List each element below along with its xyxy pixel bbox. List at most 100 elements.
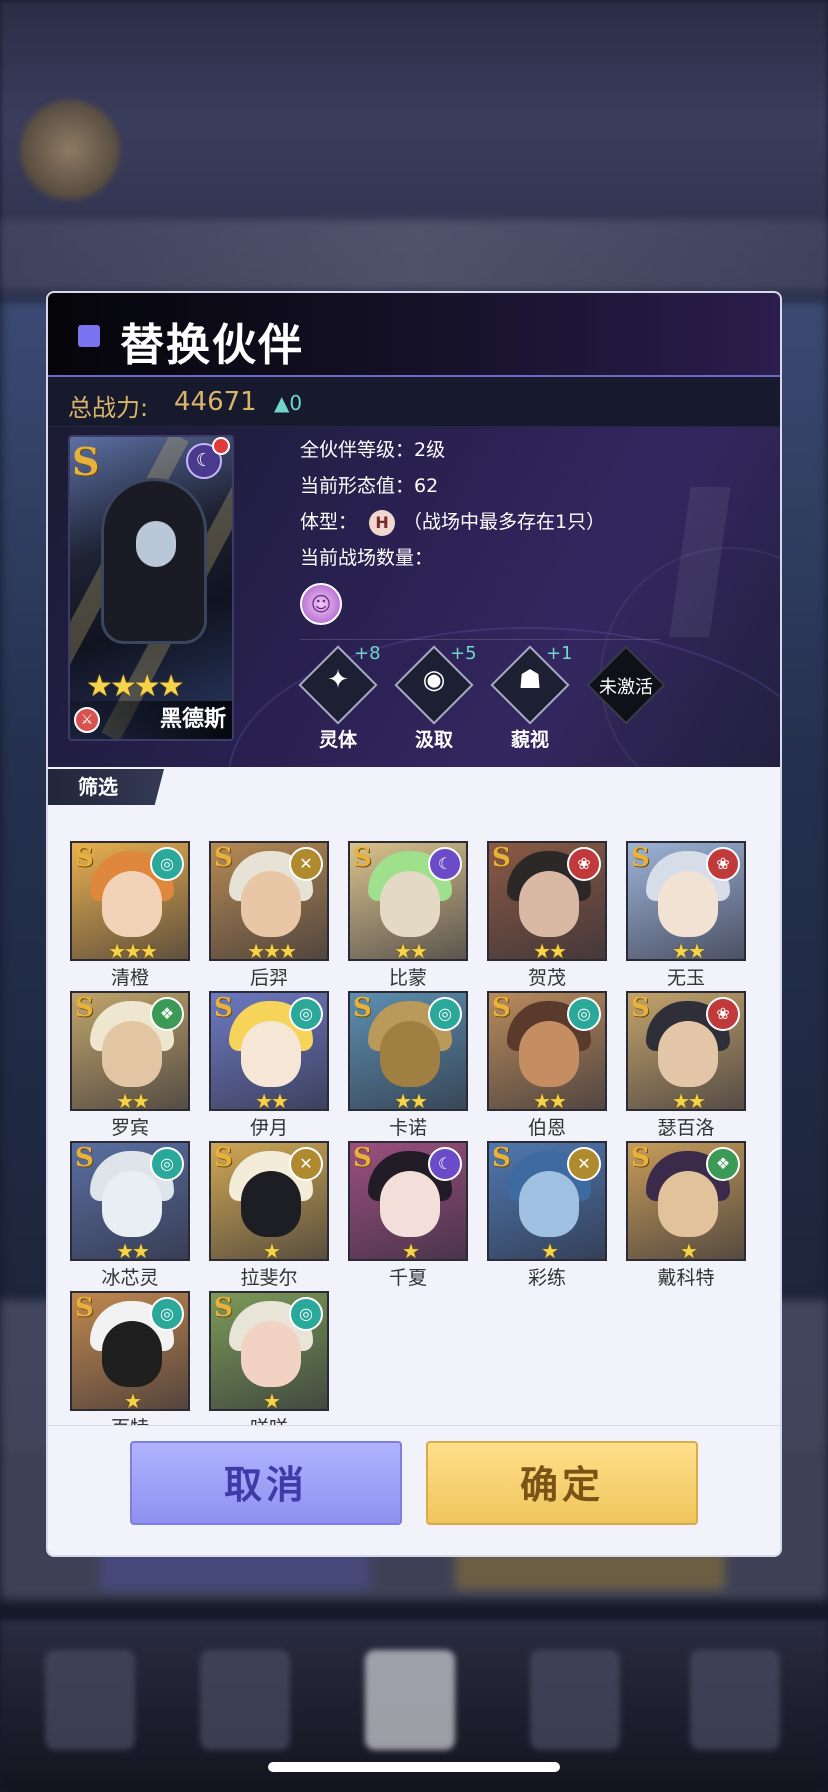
partner-name: 比蒙 xyxy=(388,967,427,989)
confirm-button[interactable]: 确定 xyxy=(426,1441,698,1525)
moon-element-icon: ☾ xyxy=(428,847,462,881)
nav-item xyxy=(365,1650,455,1750)
star-rating: ★★★ xyxy=(247,939,297,961)
partner-portrait: S ❖ ★★ xyxy=(70,991,190,1111)
star-rating: ★★ xyxy=(672,939,706,961)
partner-name: 后羿 xyxy=(249,967,288,989)
portrait-face xyxy=(241,871,301,937)
sword-icon: ⚔ xyxy=(74,707,100,733)
partner-portrait: S ◎ ★ xyxy=(70,1291,190,1411)
portrait-face xyxy=(102,871,162,937)
wind-element-icon: ◎ xyxy=(150,1297,184,1331)
portrait-face xyxy=(241,1321,301,1387)
fire-element-icon: ❀ xyxy=(706,847,740,881)
partner-portrait: S ◎ ★★ xyxy=(348,991,468,1111)
star-rating: ★ xyxy=(402,1239,420,1261)
wind-element-icon: ◎ xyxy=(150,1147,184,1181)
star-rating: ★★ xyxy=(533,939,567,961)
partner-name: 冰芯灵 xyxy=(101,1267,159,1289)
star-rating: ★★ xyxy=(672,1089,706,1111)
skill-bonus: +5 xyxy=(450,643,477,664)
gold-element-icon: ✕ xyxy=(289,1147,323,1181)
body-type-badge: H xyxy=(369,509,396,536)
portrait-face xyxy=(380,1021,440,1087)
wind-element-icon: ◎ xyxy=(150,847,184,881)
grade-badge: S xyxy=(72,439,100,484)
portrait-face xyxy=(380,1171,440,1237)
wind-element-icon: ◎ xyxy=(289,997,323,1031)
partner-name: 瑟百洛 xyxy=(657,1117,715,1139)
nav-item xyxy=(690,1650,780,1750)
star-rating: ★ xyxy=(680,1239,698,1261)
spirit-icon: ✦ xyxy=(327,665,349,695)
partner-portrait: S ✕ ★ xyxy=(487,1141,607,1261)
partner-portrait: S ❖ ★ xyxy=(626,1141,746,1261)
partner-name: 彩练 xyxy=(527,1267,566,1289)
grade-badge: S xyxy=(214,993,233,1023)
lips-icon: ◉ xyxy=(422,665,446,695)
nav-item xyxy=(530,1650,620,1750)
star-rating: ★★ xyxy=(255,1089,289,1111)
gold-element-icon: ✕ xyxy=(289,847,323,881)
partner-name: 罗宾 xyxy=(110,1117,149,1139)
background-avatar xyxy=(20,100,120,200)
partner-portrait: S ◎ ★★ xyxy=(209,991,329,1111)
mask-icon: ☗ xyxy=(518,665,542,695)
partner-portrait: S ✕ ★★★ xyxy=(209,841,329,961)
partner-portrait: S ☾ ★★ xyxy=(348,841,468,961)
partner-name: 戴科特 xyxy=(657,1267,715,1289)
partner-grid[interactable]: S ◎ ★★★ 清橙 S ✕ ★★★ 后羿 S ☾ ★★ 比蒙 S ❀ ★★ 贺茂 S ❀ ★★ 无玉 S ❖ ★★ 罗宾 S ◎… xyxy=(48,805,780,1425)
filter-tab[interactable]: 筛选 xyxy=(48,769,164,805)
portrait-face xyxy=(519,1171,579,1237)
partner-name: 黑德斯 xyxy=(159,707,226,732)
level-text: 全伙伴等级：2级 xyxy=(300,439,446,461)
portrait-face xyxy=(102,1021,162,1087)
partner-info-panel: S ☾ ★★★★ ⚔ 黑德斯 全伙伴等级：2级 当前形态值：62 体型： H （战场… xyxy=(48,427,780,767)
grade-badge: S xyxy=(214,1143,233,1173)
partner-portrait: S ❀ ★★ xyxy=(626,991,746,1111)
leaf-element-icon: ❖ xyxy=(150,997,184,1031)
total-power-value: 44671 xyxy=(174,387,257,417)
background-bar xyxy=(0,220,828,290)
partner-name: 拉斐尔 xyxy=(240,1267,298,1289)
skill-label: 藐视 xyxy=(510,729,549,751)
portrait-face xyxy=(241,1171,301,1237)
star-rating: ★★★★ xyxy=(86,669,185,704)
divider xyxy=(300,639,660,640)
leaf-element-icon: ❖ xyxy=(706,1147,740,1181)
skill-label: 灵体 xyxy=(318,729,357,751)
nav-item xyxy=(45,1650,135,1750)
grade-badge: S xyxy=(353,993,372,1023)
cancel-button[interactable]: 取消 xyxy=(130,1441,402,1525)
portrait-face xyxy=(519,1021,579,1087)
total-power-label: 总战力: xyxy=(68,394,149,422)
partner-name: 无玉 xyxy=(666,967,705,989)
grade-badge: S xyxy=(631,1143,650,1173)
power-change: ▲0 xyxy=(274,391,303,415)
grade-badge: S xyxy=(631,843,650,873)
partner-name: 咩咩 xyxy=(209,1413,329,1425)
grade-badge: S xyxy=(492,1143,511,1173)
star-rating: ★ xyxy=(541,1239,559,1261)
partner-portrait: S ◎ ★★ xyxy=(70,1141,190,1261)
partner-portrait: S ❀ ★★ xyxy=(626,841,746,961)
grade-badge: S xyxy=(214,1293,233,1323)
star-rating: ★★ xyxy=(116,1089,150,1111)
portrait-face xyxy=(241,1021,301,1087)
home-indicator[interactable] xyxy=(268,1762,560,1772)
fire-element-icon: ❀ xyxy=(706,997,740,1031)
star-rating: ★ xyxy=(263,1239,281,1261)
grade-badge: S xyxy=(353,1143,372,1173)
footer-divider xyxy=(48,1425,780,1426)
star-rating: ★★ xyxy=(394,1089,428,1111)
partner-face xyxy=(136,521,176,567)
fire-element-icon: ❀ xyxy=(567,847,601,881)
star-rating: ★★★ xyxy=(108,939,158,961)
wind-element-icon: ◎ xyxy=(428,997,462,1031)
inactive-label: 未激活 xyxy=(599,677,653,698)
partner-name: 伯恩 xyxy=(527,1117,566,1139)
partner-name: 贺茂 xyxy=(527,967,566,989)
portrait-face xyxy=(658,1171,718,1237)
partner-portrait: S ◎ ★★★ xyxy=(70,841,190,961)
current-partner-card[interactable]: S ☾ ★★★★ ⚔ 黑德斯 xyxy=(68,435,234,741)
